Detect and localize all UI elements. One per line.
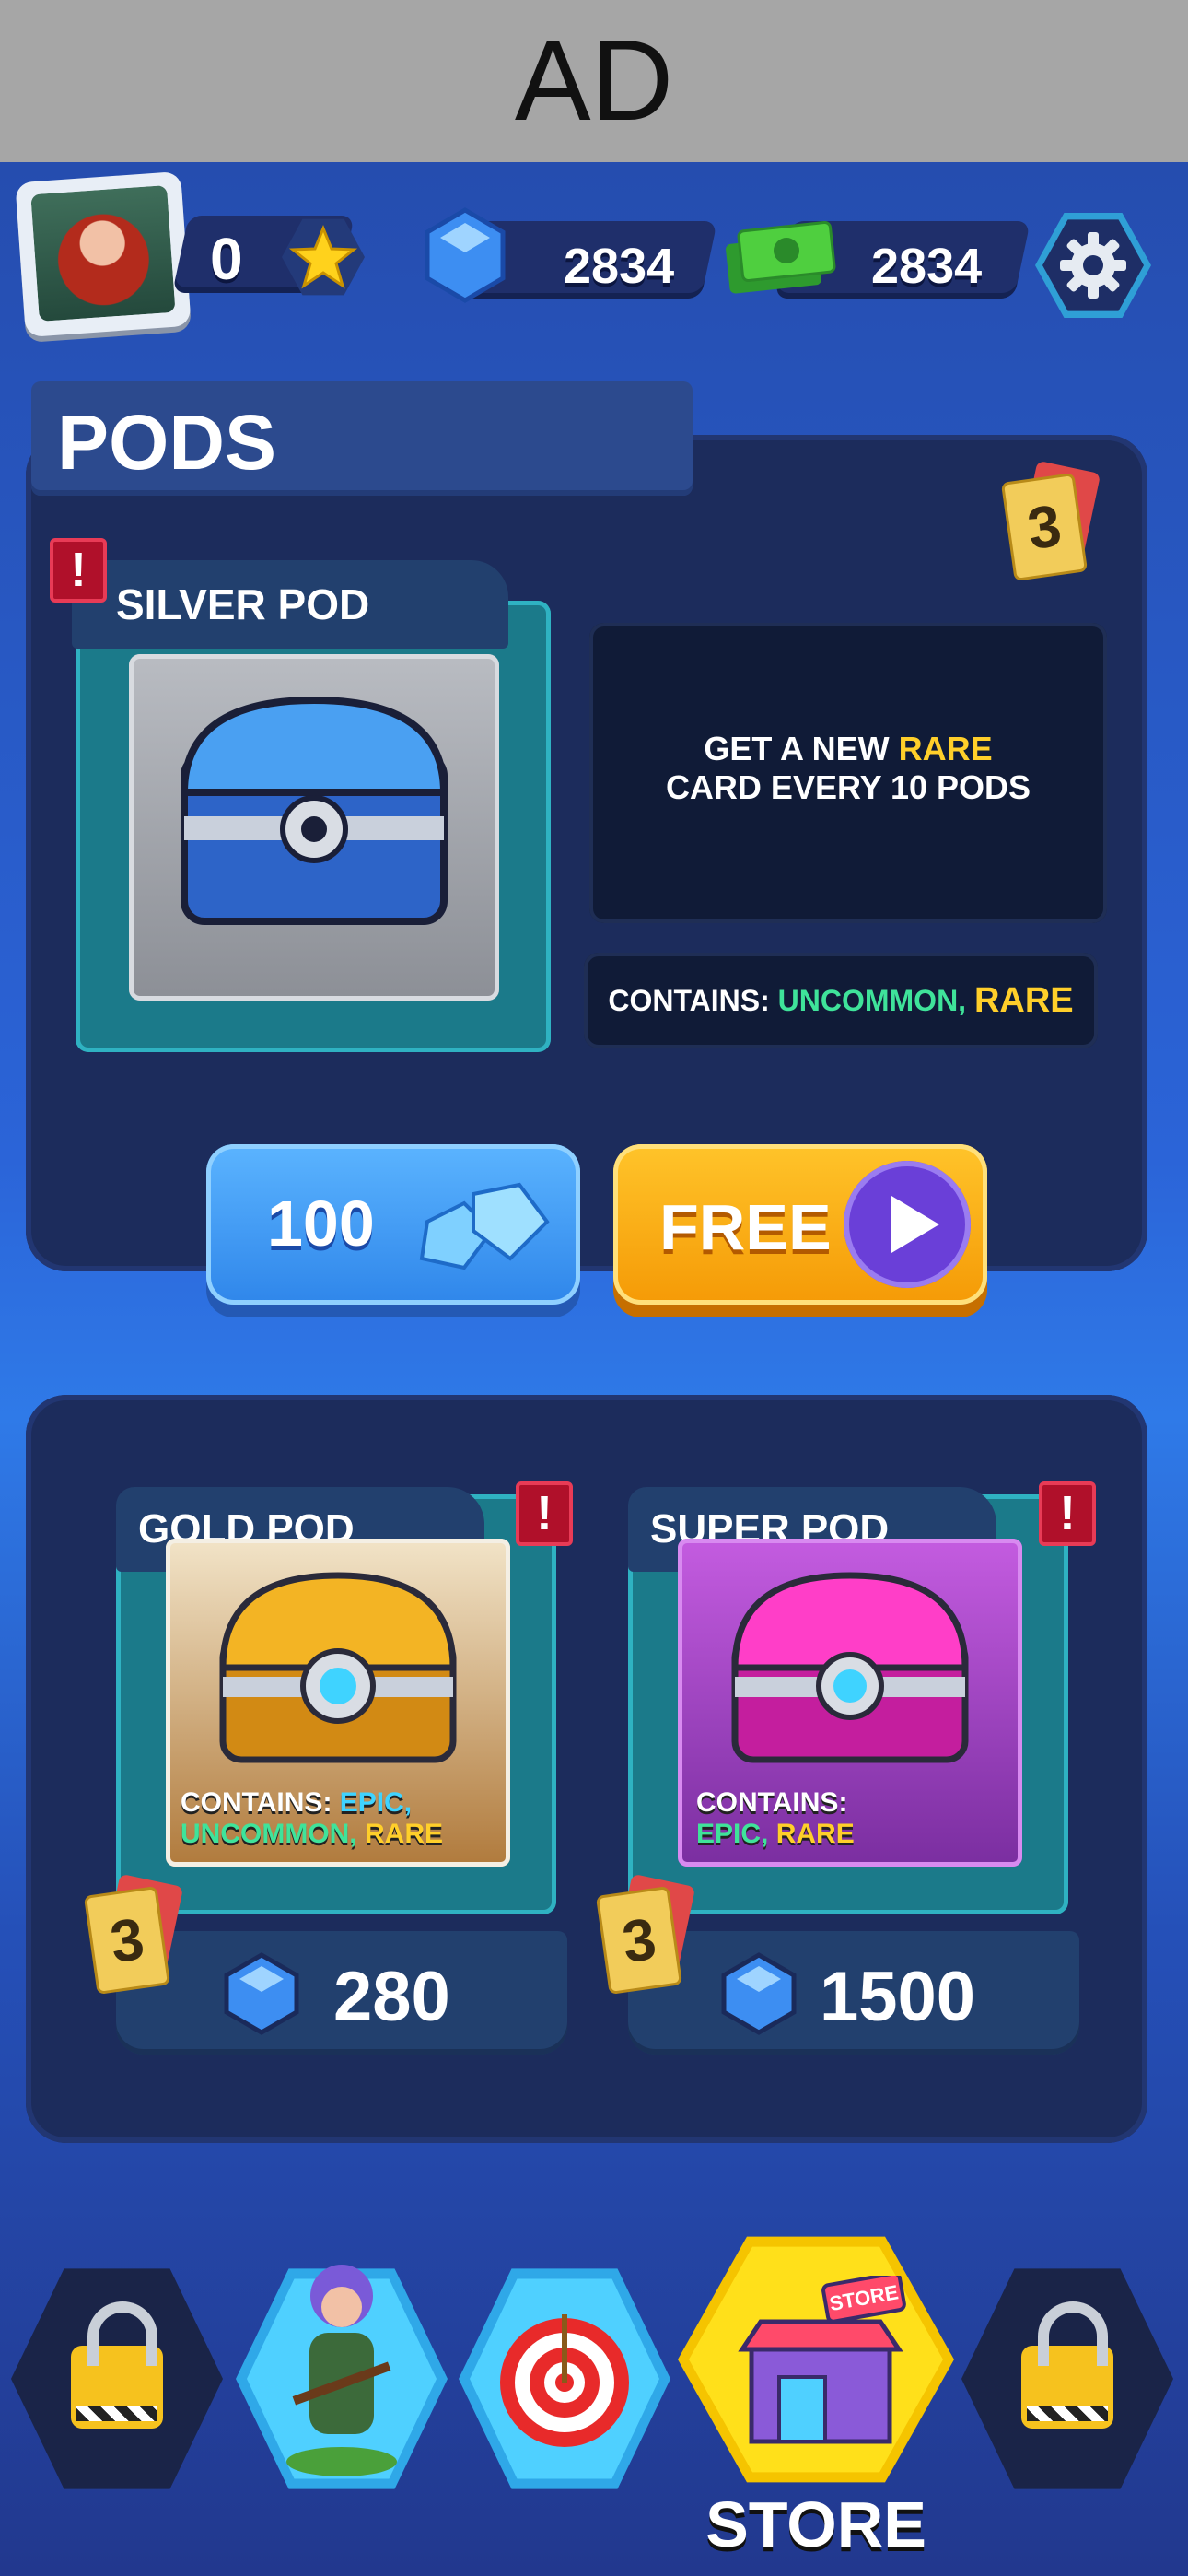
silver-price: 100 (267, 1188, 375, 1259)
silver-pod-label: SILVER POD (72, 560, 508, 649)
pods-title: PODS (57, 399, 277, 486)
play-video-icon (844, 1161, 971, 1288)
store-label: STORE (705, 2488, 926, 2560)
gems-icon (419, 1182, 550, 1270)
super-price: 1500 (820, 1958, 976, 2036)
silver-contains-box: CONTAINS: UNCOMMON, RARE (584, 953, 1098, 1048)
ad-label: AD (514, 18, 674, 145)
super-contains-text: CONTAINS: EPIC, RARE (696, 1787, 855, 1849)
buy-silver-pod-button[interactable]: 100 (206, 1144, 580, 1305)
settings-button[interactable] (1035, 212, 1151, 319)
cash-icon (722, 216, 842, 299)
gold-chest-image: CONTAINS: EPIC, UNCOMMON, RARE (166, 1539, 510, 1867)
gem-icon (721, 1952, 797, 2035)
nav-locked-2[interactable] (961, 2259, 1173, 2499)
gold-price-bar[interactable]: 280 (116, 1931, 567, 2055)
ad-banner[interactable]: AD (0, 0, 1188, 162)
nav-locked-1[interactable] (11, 2259, 223, 2499)
gold-contains-text: CONTAINS: EPIC, UNCOMMON, RARE (181, 1787, 444, 1849)
free-label: FREE (659, 1191, 832, 1263)
super-chest-image: CONTAINS: EPIC, RARE (678, 1539, 1022, 1867)
super-card-count-badge: 3 (595, 1873, 696, 1996)
silver-pod-info: GET A NEW RARE CARD EVERY 10 PODS (589, 623, 1107, 923)
gem-icon (224, 1952, 299, 2035)
alert-icon: ! (50, 538, 107, 603)
free-silver-pod-button[interactable]: FREE (613, 1144, 987, 1305)
gold-price: 280 (333, 1958, 450, 2036)
pods-title-tab: PODS (31, 381, 693, 496)
contains-label: CONTAINS: (608, 983, 770, 1017)
target-icon (500, 2314, 629, 2447)
contains-rare: RARE (973, 980, 1074, 1020)
lock-icon (1021, 2301, 1113, 2429)
silver-chest-image (129, 654, 499, 1001)
info-line1: GET A NEW (704, 730, 899, 767)
card-count-badge: 3 (1000, 460, 1101, 582)
nav-heroes[interactable] (236, 2259, 448, 2499)
player-avatar[interactable] (15, 170, 192, 338)
stars-count: 0 (210, 226, 243, 292)
gems-count: 2834 (564, 239, 675, 294)
cash-count: 2834 (871, 239, 983, 294)
alert-icon: ! (516, 1481, 573, 1546)
gem-icon (414, 205, 516, 306)
store-icon: STORE (738, 2276, 906, 2444)
nav-store[interactable]: STORE (678, 2226, 954, 2493)
nav-targets[interactable] (459, 2259, 670, 2499)
contains-uncommon: UNCOMMON, (777, 983, 967, 1017)
super-price-bar[interactable]: 1500 (628, 1931, 1079, 2055)
gold-card-count-badge: 3 (83, 1873, 184, 1996)
alert-icon: ! (1039, 1481, 1096, 1546)
lock-icon (71, 2301, 163, 2429)
info-line2: CARD EVERY 10 PODS (665, 768, 1031, 806)
hero-icon (286, 2265, 397, 2476)
gear-icon (1060, 232, 1126, 299)
info-rare: RARE (898, 730, 993, 767)
